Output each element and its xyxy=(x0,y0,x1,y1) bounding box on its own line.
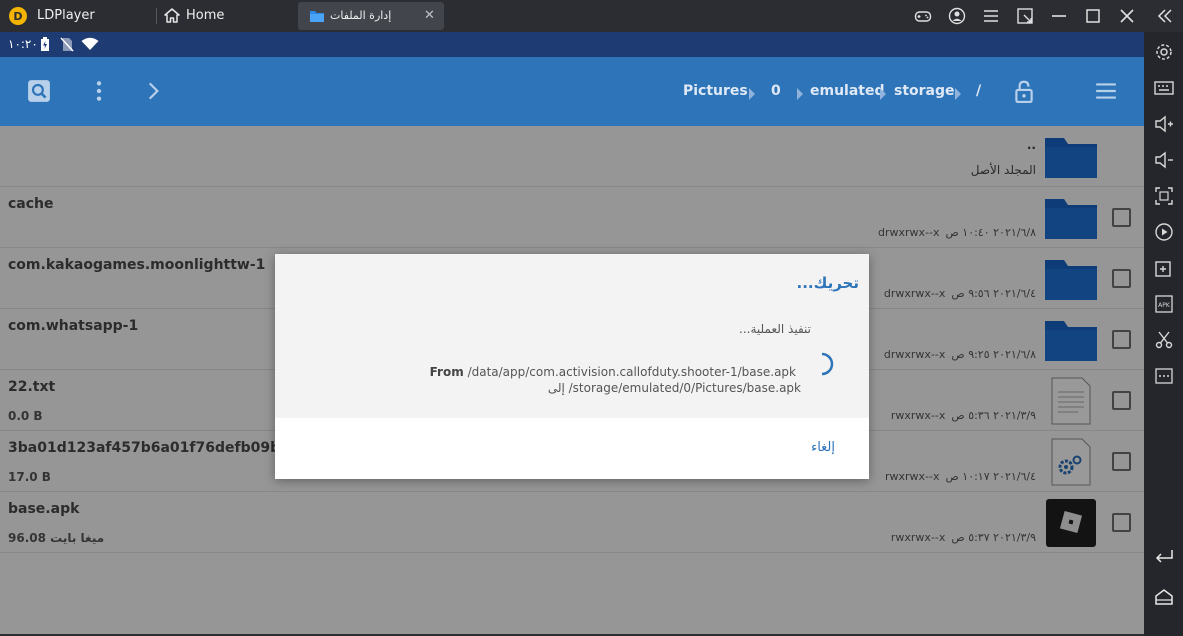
breadcrumb-emulated[interactable]: emulated xyxy=(810,83,885,99)
dialog-to-line: إلى /storage/emulated/0/Pictures/base.ap… xyxy=(547,381,801,395)
add-instance-icon[interactable] xyxy=(1152,256,1176,280)
app-bar: Pictures 0 emulated storage / xyxy=(0,57,1144,144)
home-tab-label: Home xyxy=(186,8,225,23)
no-sim-icon xyxy=(60,37,74,52)
status-time: ١٠:٢٠ xyxy=(8,37,38,51)
breadcrumb-arrow-icon xyxy=(955,88,961,100)
wifi-icon xyxy=(81,37,99,50)
breadcrumb-arrow-icon xyxy=(880,88,886,100)
folder-tab-icon xyxy=(310,11,324,22)
close-window-icon[interactable] xyxy=(1115,4,1139,28)
home-button-icon[interactable] xyxy=(1152,585,1176,609)
breadcrumb: Pictures 0 emulated storage / xyxy=(640,83,1000,105)
dialog-footer: إلغاء xyxy=(275,418,869,479)
fullscreen-icon[interactable] xyxy=(1152,184,1176,208)
ldplayer-window: D LDPlayer Home إدارة الملفات ✕ ١٠:٢٠ Pi… xyxy=(0,0,1183,636)
tab-label: إدارة الملفات xyxy=(330,9,392,22)
svg-text:D: D xyxy=(13,10,22,23)
title-separator xyxy=(156,8,157,24)
dialog-from-line: From /data/app/com.activision.callofduty… xyxy=(430,365,796,379)
breadcrumb-0[interactable]: 0 xyxy=(771,83,781,99)
breadcrumb-arrow-icon xyxy=(797,88,803,100)
emulator-sidebar: APK xyxy=(1144,32,1183,636)
from-path: /data/app/com.activision.callofduty.shoo… xyxy=(467,365,796,379)
search-icon[interactable] xyxy=(27,79,51,103)
account-icon[interactable] xyxy=(945,4,969,28)
dialog-title: تحريك... xyxy=(796,274,859,292)
screen-resize-icon[interactable] xyxy=(1013,4,1037,28)
svg-text:APK: APK xyxy=(1158,302,1171,309)
close-tab-icon[interactable]: ✕ xyxy=(424,8,435,23)
gamepad-icon[interactable] xyxy=(911,4,935,28)
record-icon[interactable] xyxy=(1152,220,1176,244)
scissors-icon[interactable] xyxy=(1152,328,1176,352)
breadcrumb-root[interactable]: / xyxy=(976,83,981,99)
move-dialog: تحريك... تنفيذ العملية... From /data/app… xyxy=(275,254,869,479)
title-bar: D LDPlayer Home إدارة الملفات ✕ xyxy=(0,0,1183,32)
from-label: From xyxy=(429,365,464,379)
ldplayer-logo-icon: D xyxy=(9,7,27,25)
hamburger-menu-icon[interactable] xyxy=(1094,79,1118,103)
keyboard-icon[interactable] xyxy=(1152,76,1176,100)
chevron-right-icon[interactable] xyxy=(141,79,165,103)
maximize-icon[interactable] xyxy=(1081,4,1105,28)
lock-open-icon[interactable] xyxy=(1012,79,1036,103)
volume-down-icon[interactable] xyxy=(1152,148,1176,172)
collapse-sidebar-icon[interactable] xyxy=(1153,4,1177,28)
menu-icon[interactable] xyxy=(979,4,1003,28)
more-vert-icon[interactable] xyxy=(87,79,111,103)
settings-gear-icon[interactable] xyxy=(1152,40,1176,64)
loading-spinner-icon xyxy=(821,352,834,376)
status-bar: ١٠:٢٠ xyxy=(0,32,1144,57)
minimize-icon[interactable] xyxy=(1047,4,1071,28)
volume-up-icon[interactable] xyxy=(1152,112,1176,136)
breadcrumb-arrow-icon xyxy=(749,88,755,100)
home-tab[interactable]: Home xyxy=(162,3,292,29)
app-name: LDPlayer xyxy=(37,8,95,23)
cancel-button[interactable]: إلغاء xyxy=(811,440,835,455)
dialog-status: تنفيذ العملية... xyxy=(739,322,811,336)
battery-charging-icon xyxy=(41,37,49,51)
file-manager-tab[interactable]: إدارة الملفات ✕ xyxy=(298,2,444,30)
breadcrumb-storage[interactable]: storage xyxy=(894,83,955,99)
back-icon[interactable] xyxy=(1152,542,1176,566)
home-icon xyxy=(164,8,180,23)
more-icon[interactable] xyxy=(1152,364,1176,388)
apk-install-icon[interactable]: APK xyxy=(1152,292,1176,316)
breadcrumb-pictures[interactable]: Pictures xyxy=(683,83,748,99)
